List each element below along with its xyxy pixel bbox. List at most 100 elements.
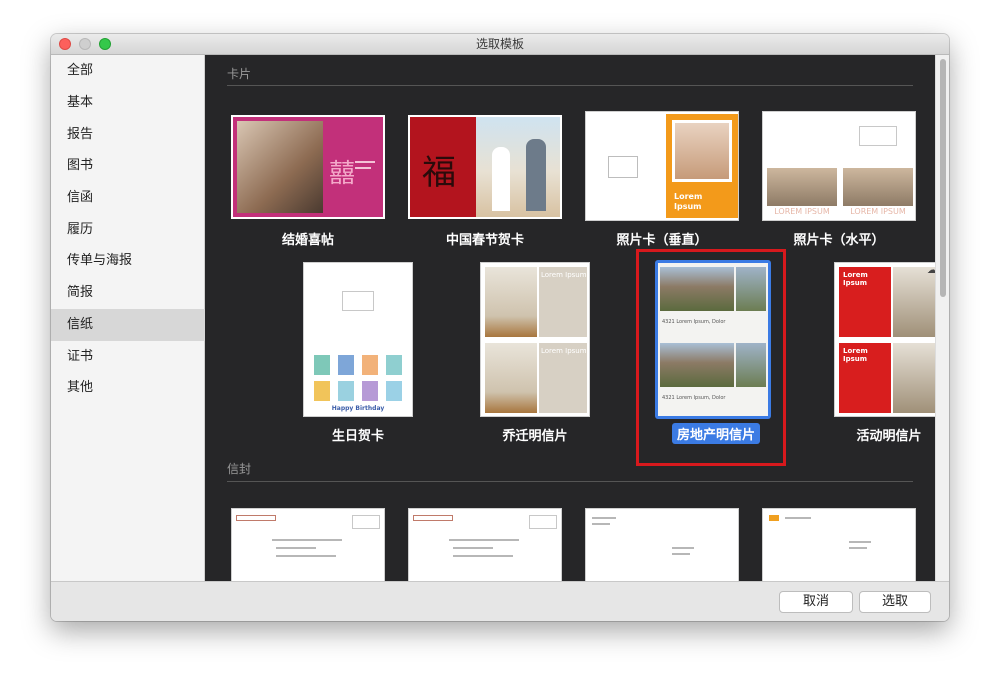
close-window-button[interactable] [59, 38, 71, 50]
room-photo [485, 267, 537, 337]
fu-art-text: 福 [422, 153, 456, 193]
birthday-art-text: Happy Birthday [331, 405, 385, 412]
address-line [276, 555, 336, 557]
address-line [272, 539, 342, 541]
address-line [672, 553, 690, 555]
address-line [276, 547, 316, 549]
family-photo [476, 117, 560, 217]
envelope-thumbnail[interactable] [408, 508, 562, 581]
gift-icon [314, 381, 330, 401]
address-box [608, 156, 638, 178]
envelope-thumbnail[interactable] [231, 508, 385, 581]
decor-line [355, 167, 371, 169]
room-photo [485, 343, 537, 413]
stamp-box [529, 515, 557, 529]
cloud-download-icon[interactable]: ☁ [927, 265, 935, 276]
stamp-box [352, 515, 380, 529]
template-gallery: 卡片 囍 结婚喜帖 福 中国春节贺卡 Lorem Ipsum 照片卡（垂直） L… [205, 55, 935, 581]
scrollbar-thumb[interactable] [940, 59, 946, 297]
sidebar-item-reports[interactable]: 报告 [51, 119, 205, 151]
choose-button[interactable]: 选取 [859, 591, 931, 613]
photo-card-art-text: LOREM IPSUM [774, 207, 830, 216]
logo-mark [769, 515, 779, 521]
template-thumbnail-event[interactable]: Lorem Ipsum Lorem Ipsum ☁ [834, 262, 935, 417]
stamp-row [236, 515, 276, 521]
section-divider [227, 85, 913, 86]
section-title-cards: 卡片 [227, 67, 252, 81]
template-label-birthday: 生日贺卡 [331, 429, 384, 444]
sidebar-item-stationery[interactable]: 信纸 [51, 309, 205, 341]
address-line [453, 555, 513, 557]
child-photo-right [843, 168, 913, 206]
sidebar-item-other[interactable]: 其他 [51, 372, 205, 404]
photo-card-art-text: Lorem Ipsum [674, 192, 703, 211]
stamp-row [413, 515, 453, 521]
template-label-photo-horizontal: 照片卡（水平） [793, 233, 885, 248]
title-bar: 选取模板 [51, 34, 949, 55]
sidebar-item-all[interactable]: 全部 [51, 55, 205, 87]
address-line [849, 541, 871, 543]
child-photo-left [767, 168, 837, 206]
tree-photo [893, 343, 935, 413]
moving-art-text: Lorem Ipsum [541, 347, 587, 355]
template-thumbnail-photo-horizontal[interactable]: LOREM IPSUM LOREM IPSUM [762, 111, 916, 221]
template-thumbnail-spring-festival[interactable]: 福 [408, 115, 562, 219]
address-line [592, 523, 610, 525]
figure-shape [526, 139, 546, 211]
event-art-text: Lorem Ipsum [843, 347, 868, 363]
template-label-wedding: 结婚喜帖 [281, 233, 334, 248]
figure-shape [492, 147, 510, 211]
window-title: 选取模板 [475, 37, 524, 51]
vertical-scrollbar[interactable] [935, 55, 949, 581]
template-thumbnail-wedding[interactable]: 囍 [231, 115, 385, 219]
sidebar-item-flyers-posters[interactable]: 传单与海报 [51, 245, 205, 277]
photo-card-art-text: LOREM IPSUM [850, 207, 906, 216]
sidebar-item-letters[interactable]: 信函 [51, 182, 205, 214]
selection-highlight-box [636, 249, 786, 466]
tree-photo [893, 267, 935, 337]
category-sidebar: 全部 基本 报告 图书 信函 履历 传单与海报 简报 信纸 证书 其他 [51, 55, 205, 581]
address-line [592, 517, 616, 519]
sidebar-item-basic[interactable]: 基本 [51, 87, 205, 119]
gift-icon [338, 381, 354, 401]
gift-icon [386, 381, 402, 401]
gift-icon [386, 355, 402, 375]
event-art-text: Lorem Ipsum [843, 271, 868, 287]
gift-icon [338, 355, 354, 375]
wedding-art-text: 囍 [329, 159, 356, 189]
address-line [449, 539, 519, 541]
child-photo [672, 120, 732, 182]
envelope-thumbnail[interactable] [585, 508, 739, 581]
template-thumbnail-birthday[interactable]: Happy Birthday [303, 262, 413, 417]
sidebar-item-newsletters[interactable]: 简报 [51, 277, 205, 309]
section-divider [227, 481, 913, 482]
address-box [342, 291, 374, 311]
template-thumbnail-moving[interactable]: Lorem Ipsum Lorem Ipsum [480, 262, 590, 417]
gift-icon [362, 381, 378, 401]
sidebar-item-certificates[interactable]: 证书 [51, 341, 205, 373]
section-title-envelopes: 信封 [227, 462, 252, 476]
gift-icon [314, 355, 330, 375]
template-label-moving: 乔迁明信片 [502, 429, 568, 444]
template-label-event: 活动明信片 [856, 429, 922, 444]
address-box [859, 126, 897, 146]
moving-art-text: Lorem Ipsum [541, 271, 587, 279]
envelope-thumbnail[interactable] [762, 508, 916, 581]
decor-line [355, 161, 375, 163]
template-label-photo-vertical: 照片卡（垂直） [616, 233, 708, 248]
gift-icon [362, 355, 378, 375]
template-label-spring-festival: 中国春节贺卡 [445, 233, 524, 248]
minimize-window-button[interactable] [79, 38, 91, 50]
template-chooser-window: 选取模板 全部 基本 报告 图书 信函 履历 传单与海报 简报 信纸 证书 其他… [51, 34, 949, 621]
address-line [849, 547, 867, 549]
cancel-button[interactable]: 取消 [779, 591, 853, 613]
dialog-footer: 取消 选取 [51, 581, 949, 621]
couple-photo [237, 121, 323, 213]
address-line [453, 547, 493, 549]
sidebar-item-resumes[interactable]: 履历 [51, 214, 205, 246]
zoom-window-button[interactable] [99, 38, 111, 50]
sidebar-item-books[interactable]: 图书 [51, 150, 205, 182]
address-line [785, 517, 811, 519]
template-thumbnail-photo-vertical[interactable]: Lorem Ipsum [585, 111, 739, 221]
address-line [672, 547, 694, 549]
